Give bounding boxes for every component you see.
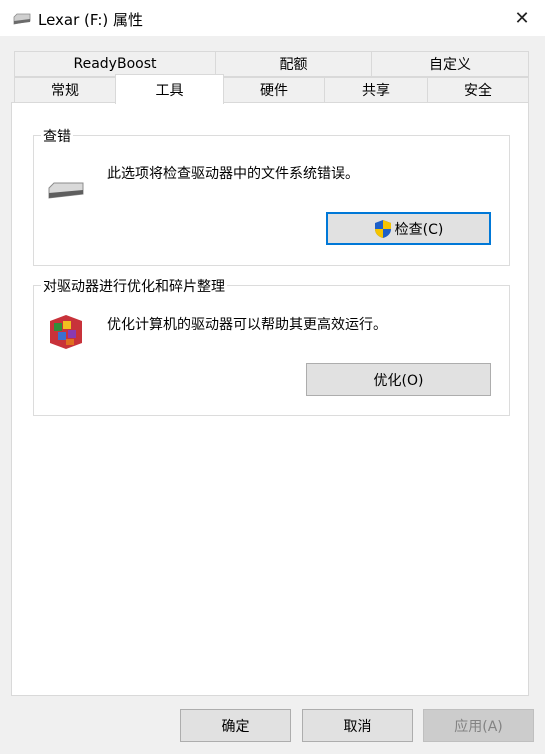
check-button[interactable]: 检查(C) <box>326 212 491 245</box>
title-bar: Lexar (F:) 属性 ✕ <box>0 0 545 36</box>
close-button[interactable]: ✕ <box>499 0 545 36</box>
tab-tools[interactable]: 工具 <box>115 74 224 104</box>
optimize-title: 对驱动器进行优化和碎片整理 <box>41 276 227 296</box>
window-title: Lexar (F:) 属性 <box>38 11 144 29</box>
optimize-button[interactable]: 优化(O) <box>306 363 491 396</box>
tab-quota[interactable]: 配额 <box>215 51 372 77</box>
tab-customize[interactable]: 自定义 <box>371 51 529 77</box>
drive-icon <box>13 13 31 25</box>
optimize-group <box>33 285 510 416</box>
ok-button[interactable]: 确定 <box>180 709 291 742</box>
defrag-icon <box>50 315 82 349</box>
tab-sharing[interactable]: 共享 <box>324 77 428 103</box>
optimize-description: 优化计算机的驱动器可以帮助其更高效运行。 <box>107 317 387 333</box>
apply-button[interactable]: 应用(A) <box>423 709 534 742</box>
tab-general[interactable]: 常规 <box>14 77 116 103</box>
error-check-description: 此选项将检查驱动器中的文件系统错误。 <box>107 166 359 182</box>
drive-icon <box>48 182 84 199</box>
error-check-title: 查错 <box>41 126 73 146</box>
tab-security[interactable]: 安全 <box>427 77 529 103</box>
shield-icon <box>374 219 391 238</box>
cancel-button[interactable]: 取消 <box>302 709 413 742</box>
check-button-label: 检查(C) <box>394 221 444 238</box>
optimize-button-label: 优化(O) <box>373 372 424 389</box>
close-icon: ✕ <box>514 7 530 29</box>
error-check-group <box>33 135 510 266</box>
tab-hardware[interactable]: 硬件 <box>223 77 325 103</box>
